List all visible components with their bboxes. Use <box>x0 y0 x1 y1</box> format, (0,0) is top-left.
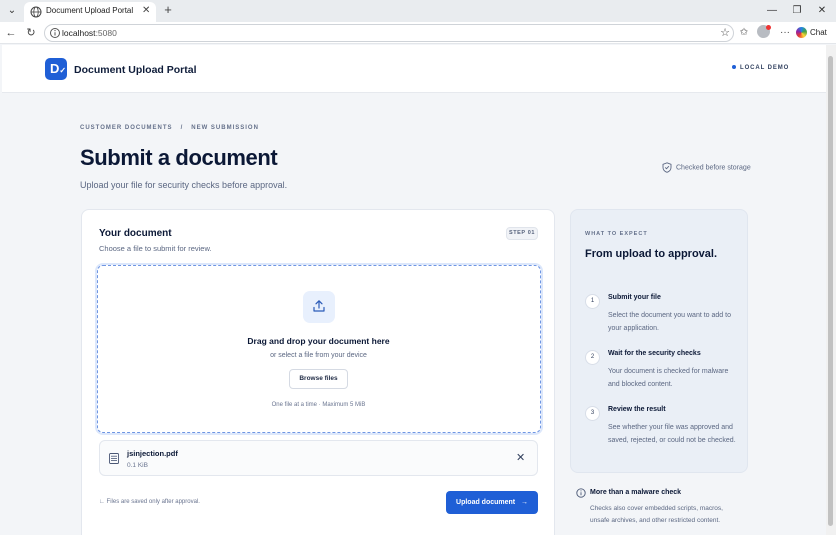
drop-title: Drag and drop your document here <box>247 336 390 346</box>
back-arrow-icon[interactable]: ← <box>4 25 18 41</box>
favorite-star-icon[interactable]: ☆ <box>720 26 730 39</box>
url-host: localhost <box>62 28 96 38</box>
step-title: Wait for the security checks <box>608 350 701 357</box>
url-text: localhost:5080 <box>62 28 117 38</box>
local-demo-badge: LOCAL DEMO <box>732 65 789 71</box>
browse-files-button[interactable]: Browse files <box>289 369 348 389</box>
step-description: Select the document you want to add to y… <box>608 312 731 332</box>
file-name: jsinjection.pdf <box>127 449 178 458</box>
breadcrumb-separator: / <box>180 125 184 131</box>
card-subtitle: Choose a file to submit for review. <box>99 244 212 253</box>
browser-nav-bar: ← ↻ localhost:5080 ☆ ✩ ··· <box>0 22 836 44</box>
app-header: D✓ Document Upload Portal LOCAL DEMO <box>2 45 826 93</box>
logo-letter: D <box>50 61 60 76</box>
footnote-text: Files are saved only after approval. <box>106 499 200 505</box>
checked-before-storage: Checked before storage <box>662 162 751 173</box>
what-to-expect-panel: WHAT TO EXPECT From upload to approval. … <box>570 209 748 473</box>
window-close-icon[interactable]: ✕ <box>814 3 830 19</box>
breadcrumb-item-new-submission: NEW SUBMISSION <box>191 125 259 131</box>
browser-tab-strip: ⌄ Document Upload Portal ✕ + — ❐ ✕ <box>0 0 836 22</box>
document-lines-icon <box>109 453 119 464</box>
site-info-icon[interactable] <box>49 27 61 39</box>
step-number: 1 <box>585 294 600 309</box>
file-size: 0.1 KiB <box>127 462 148 469</box>
browser-tab[interactable]: Document Upload Portal ✕ <box>24 2 156 22</box>
page-subtitle: Upload your file for security checks bef… <box>80 180 288 190</box>
chat-label: Chat <box>810 28 827 37</box>
step-description: See whether your file was approved and s… <box>608 424 736 444</box>
selected-file-row: jsinjection.pdf 0.1 KiB ✕ <box>99 440 538 476</box>
info-circle-icon <box>576 488 586 498</box>
remove-file-close-icon[interactable]: ✕ <box>516 452 525 464</box>
minimize-icon[interactable]: — <box>764 3 780 19</box>
shield-check-icon <box>662 162 672 173</box>
tab-close-icon[interactable]: ✕ <box>142 5 150 16</box>
file-limit-text: One file at a time · Maximum 5 MiB <box>271 402 366 408</box>
logo-check-icon: ✓ <box>59 66 67 75</box>
url-port: :5080 <box>95 28 117 38</box>
note-title: More than a malware check <box>590 489 682 496</box>
tab-title: Document Upload Portal <box>46 6 134 15</box>
app-logo: D✓ <box>45 58 67 80</box>
step-badge: STEP 01 <box>506 227 538 240</box>
step-title: Review the result <box>608 406 666 413</box>
upload-card: Your document Choose a file to submit fo… <box>81 209 555 535</box>
arrow-right-icon: → <box>520 499 528 506</box>
restore-icon[interactable]: ❐ <box>789 3 805 19</box>
notification-dot <box>766 25 771 30</box>
step-number: 2 <box>585 350 600 365</box>
page-viewport: D✓ Document Upload Portal LOCAL DEMO CUS… <box>2 45 826 535</box>
brand-name: Document Upload Portal <box>74 64 197 76</box>
drop-subtitle: or select a file from your device <box>270 352 367 359</box>
checked-label: Checked before storage <box>676 164 751 172</box>
new-tab-icon[interactable]: + <box>160 2 176 18</box>
note-text: Checks also cover embedded scripts, macr… <box>590 505 723 524</box>
step-description: Your document is checked for malware and… <box>608 368 729 388</box>
more-menu-icon[interactable]: ··· <box>778 26 792 40</box>
page-title: Submit a document <box>80 145 278 170</box>
card-title: Your document <box>99 228 172 239</box>
upload-icon <box>303 291 335 323</box>
scrollbar-thumb[interactable] <box>828 56 833 526</box>
approval-footnote: ∟ Files are saved only after approval. <box>99 499 200 505</box>
panel-title: From upload to approval. <box>585 248 718 260</box>
address-bar[interactable]: localhost:5080 ☆ <box>44 24 734 42</box>
status-dot <box>732 65 736 70</box>
tab-list-chevron-icon[interactable]: ⌄ <box>4 3 20 19</box>
step-number: 3 <box>585 406 600 421</box>
breadcrumb-item-customer-documents[interactable]: CUSTOMER DOCUMENTS <box>80 125 173 131</box>
step-title: Submit your file <box>608 294 661 301</box>
globe-icon <box>30 6 42 18</box>
demo-label: LOCAL DEMO <box>740 65 790 71</box>
file-dropzone[interactable]: Drag and drop your document here or sele… <box>97 265 541 433</box>
corner-arrow-icon: ∟ <box>99 499 107 505</box>
chat-button[interactable]: Chat <box>796 25 832 41</box>
breadcrumb: CUSTOMER DOCUMENTS / NEW SUBMISSION <box>80 125 259 131</box>
panel-eyebrow: WHAT TO EXPECT <box>585 231 648 237</box>
upload-button-label: Upload document <box>456 499 516 506</box>
reload-icon[interactable]: ↻ <box>24 25 38 41</box>
favorites-icon[interactable]: ✩ <box>737 26 751 40</box>
copilot-icon <box>796 27 807 39</box>
upload-document-button[interactable]: Upload document → <box>446 491 538 514</box>
